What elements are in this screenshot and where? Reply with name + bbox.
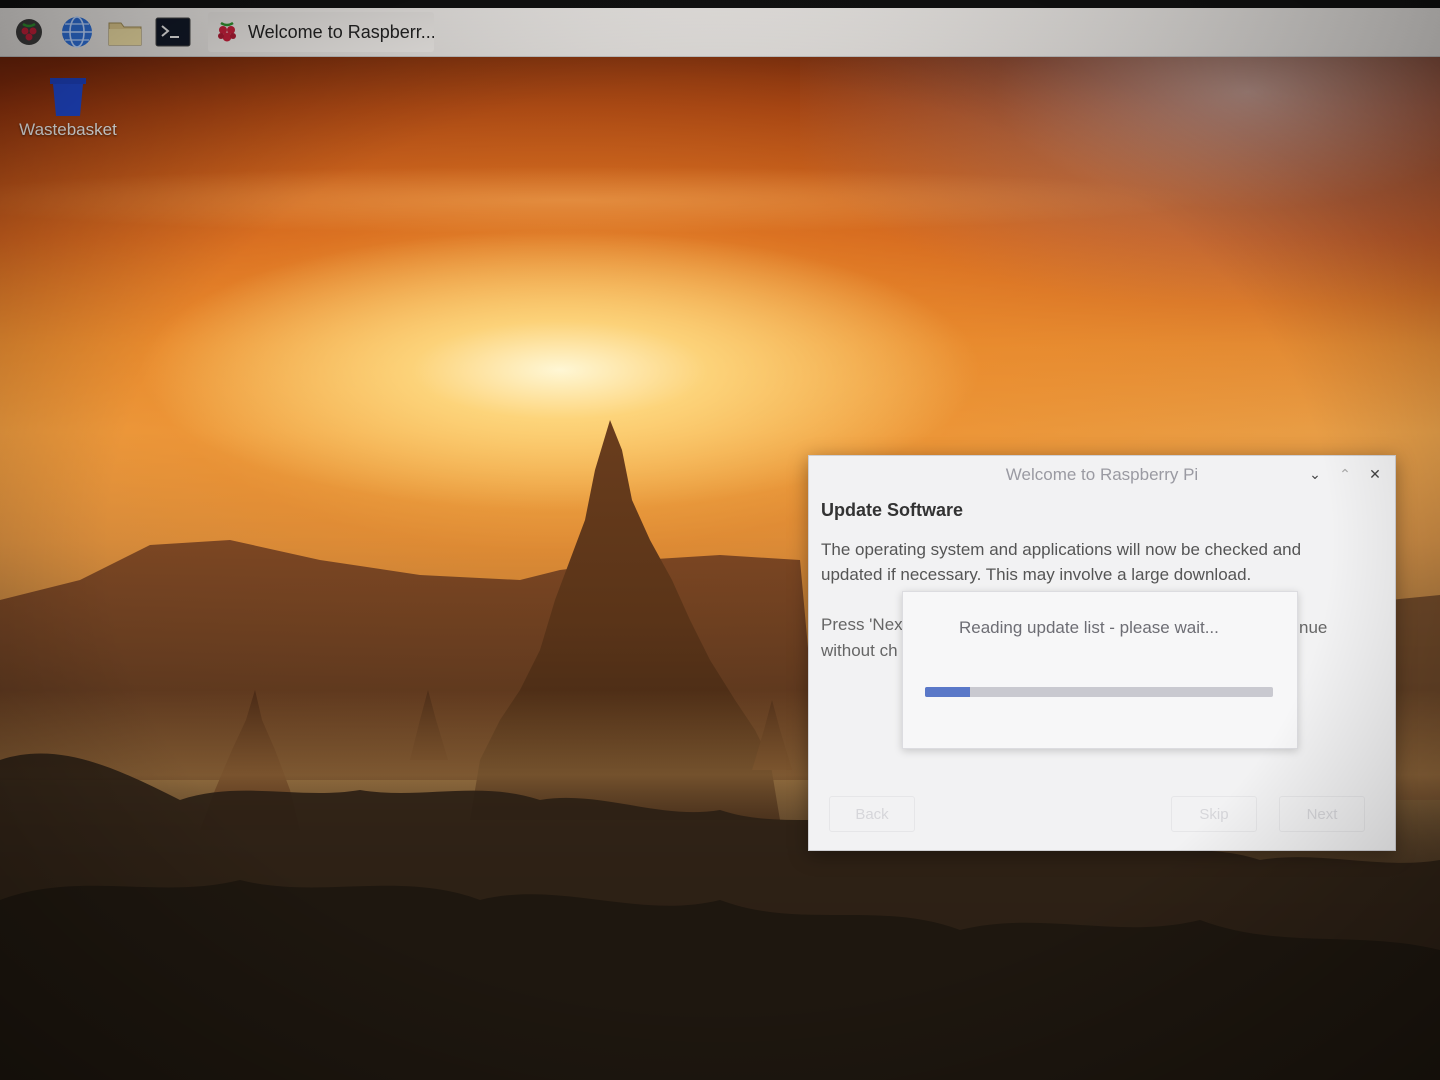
dialog-heading: Update Software (821, 500, 964, 520)
wastebasket-label: Wastebasket (19, 120, 117, 139)
progress-message: Reading update list - please wait... (959, 618, 1219, 637)
dialog-title: Welcome to Raspberry Pi (1005, 465, 1199, 484)
wastebasket-desktop-icon[interactable]: Wastebasket (8, 74, 128, 140)
screen-top-edge (0, 0, 1440, 8)
raspberry-pi-icon (212, 17, 242, 47)
minimize-icon[interactable]: ⌄ (1305, 464, 1325, 484)
press-text-continuation: nue (1299, 618, 1328, 637)
trash-icon (50, 78, 86, 116)
maximize-icon[interactable]: ⌃ (1335, 464, 1355, 484)
dialog-titlebar[interactable]: Welcome to Raspberry Pi ⌄ ⌃ ✕ (809, 456, 1395, 494)
progress-bar (925, 687, 1273, 697)
next-button[interactable]: Next (1279, 796, 1365, 832)
skip-button[interactable]: Skip (1171, 796, 1257, 832)
taskbar: Welcome to Raspberr... (0, 8, 1440, 57)
web-browser-icon[interactable] (58, 13, 96, 51)
file-manager-icon[interactable] (106, 13, 144, 51)
raspberry-menu-icon[interactable] (10, 13, 48, 51)
taskbar-window-label: Welcome to Raspberr... (248, 21, 434, 42)
dialog-footer: Back Skip Next (809, 778, 1395, 850)
window-controls: ⌄ ⌃ ✕ (1305, 464, 1385, 484)
close-icon[interactable]: ✕ (1365, 464, 1385, 484)
progress-bar-fill (925, 687, 971, 697)
dialog-body-text: The operating system and applications wi… (821, 540, 1302, 584)
back-button[interactable]: Back (829, 796, 915, 832)
update-progress-popup: Reading update list - please wait... (902, 591, 1298, 749)
terminal-icon[interactable] (154, 13, 192, 51)
taskbar-window-button[interactable]: Welcome to Raspberr... (208, 12, 434, 52)
